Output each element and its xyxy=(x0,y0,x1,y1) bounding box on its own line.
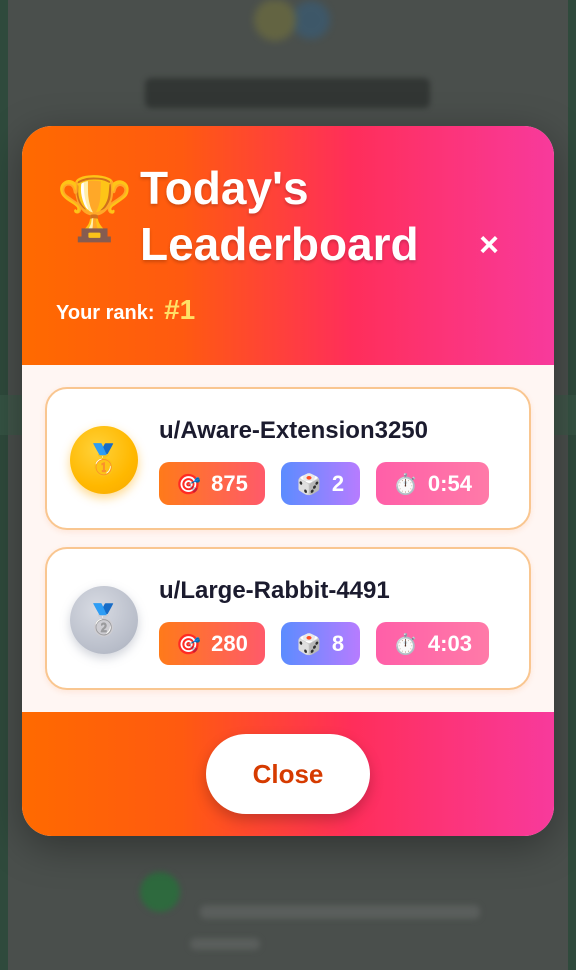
close-button[interactable]: Close xyxy=(206,734,370,814)
entry-username: u/Aware-Extension3250 xyxy=(159,417,429,444)
trophy-icon: 🏆 xyxy=(56,172,134,245)
close-icon[interactable]: × xyxy=(472,228,506,262)
time-badge: ⏱️ 0:54 xyxy=(376,462,489,505)
stopwatch-icon: ⏱️ xyxy=(393,471,418,496)
leaderboard-entry: 🥇 u/Aware-Extension3250 🎯 875 🎲 2 ⏱️ 0:5… xyxy=(45,387,531,530)
background-title xyxy=(145,78,430,108)
dice-badge: 🎲 8 xyxy=(281,622,360,665)
score-value: 875 xyxy=(211,470,248,496)
score-value: 280 xyxy=(211,630,248,656)
your-rank: Your rank: #1 xyxy=(56,294,195,326)
modal-title: Today's Leaderboard xyxy=(140,162,419,270)
dice-value: 8 xyxy=(331,630,345,656)
target-icon: 🎯 xyxy=(176,631,202,656)
dice-value: 2 xyxy=(331,470,345,496)
modal-header: 🏆 Today's Leaderboard × Your rank: #1 xyxy=(22,126,554,365)
leaderboard-list: 🥇 u/Aware-Extension3250 🎯 875 🎲 2 ⏱️ 0:5… xyxy=(22,365,554,712)
background-avatar xyxy=(140,872,180,912)
leaderboard-modal: 🏆 Today's Leaderboard × Your rank: #1 🥇 … xyxy=(22,126,554,836)
dice-icon: 🎲 xyxy=(296,471,322,496)
background-edge-left xyxy=(0,0,8,970)
time-value: 4:03 xyxy=(427,630,472,656)
score-badge: 🎯 875 xyxy=(159,462,265,505)
background-text-line xyxy=(190,938,260,950)
time-value: 0:54 xyxy=(427,470,472,496)
leaderboard-entry: 🥈 u/Large-Rabbit-4491 🎯 280 🎲 8 ⏱️ 4:03 xyxy=(45,547,531,690)
stopwatch-icon: ⏱️ xyxy=(393,631,418,656)
entry-username: u/Large-Rabbit-4491 xyxy=(159,577,390,604)
background-edge-right xyxy=(568,0,576,970)
modal-footer: Close xyxy=(22,712,554,836)
rank-label: Your rank: xyxy=(56,302,155,324)
target-icon: 🎯 xyxy=(176,471,202,496)
rank-value: #1 xyxy=(164,294,196,325)
background-logo xyxy=(248,0,338,50)
silver-medal-icon: 🥈 xyxy=(70,586,138,654)
background-text-line xyxy=(200,905,480,919)
dice-badge: 🎲 2 xyxy=(281,462,360,505)
time-badge: ⏱️ 4:03 xyxy=(376,622,489,665)
dice-icon: 🎲 xyxy=(296,631,322,656)
gold-medal-icon: 🥇 xyxy=(70,426,138,494)
score-badge: 🎯 280 xyxy=(159,622,265,665)
